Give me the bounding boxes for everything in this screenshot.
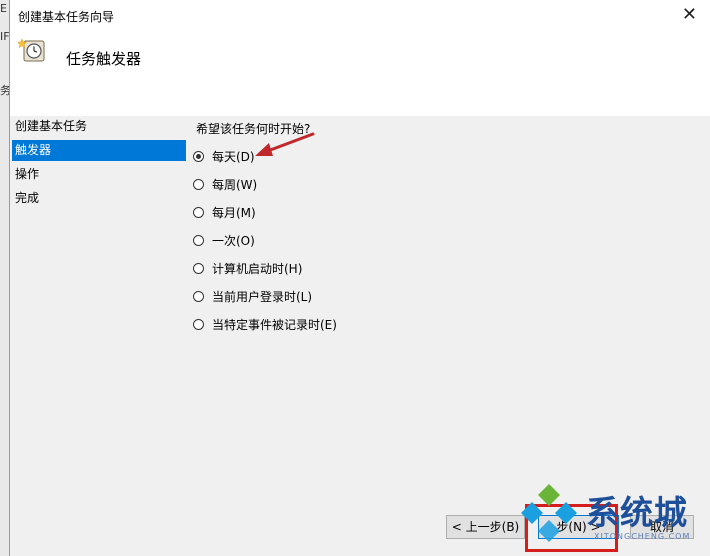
watermark: 系统城 XITONGCHENG.COM xyxy=(514,478,710,556)
dialog-title: 创建基本任务向导 xyxy=(18,10,115,24)
step-trigger[interactable]: 触发器 xyxy=(12,140,186,161)
watermark-subtext: XITONGCHENG.COM xyxy=(594,532,691,541)
radio-on-event[interactable]: 当特定事件被记录时(E) xyxy=(193,315,337,333)
step-create-basic-task[interactable]: 创建基本任务 xyxy=(12,116,186,137)
annotation-arrow-icon xyxy=(255,132,315,156)
radio-label: 当前用户登录时(L) xyxy=(212,289,313,304)
task-scheduler-icon xyxy=(18,38,45,62)
radio-button[interactable] xyxy=(193,262,204,274)
watermark-logo-icon xyxy=(521,484,577,542)
radio-button[interactable] xyxy=(193,290,204,302)
wizard-header: 任务触发器 xyxy=(10,30,710,116)
radio-button-checked[interactable] xyxy=(193,150,204,162)
radio-label: 每天(D) xyxy=(212,149,255,164)
close-icon[interactable]: ✕ xyxy=(682,4,697,26)
radio-daily[interactable]: 每天(D) xyxy=(193,147,255,165)
radio-at-startup[interactable]: 计算机启动时(H) xyxy=(193,259,302,277)
radio-button[interactable] xyxy=(193,234,204,246)
radio-at-logon[interactable]: 当前用户登录时(L) xyxy=(193,287,312,305)
wizard-steps-pane: 创建基本任务 触发器 操作 完成 xyxy=(10,116,188,556)
radio-label: 每周(W) xyxy=(212,177,258,192)
radio-monthly[interactable]: 每月(M) xyxy=(193,203,256,221)
radio-label: 每月(M) xyxy=(212,205,256,220)
create-basic-task-dialog: 创建基本任务向导 ✕ 任务触发器 创建基本任务 触发器 操作 完成 希望该任务何… xyxy=(9,0,710,556)
radio-label: 计算机启动时(H) xyxy=(212,261,303,276)
background-text: E xyxy=(0,2,7,15)
radio-label: 当特定事件被记录时(E) xyxy=(212,317,337,332)
radio-label: 一次(O) xyxy=(212,233,255,248)
step-title: 任务触发器 xyxy=(66,50,142,68)
title-bar: 创建基本任务向导 ✕ xyxy=(10,0,710,30)
radio-button[interactable] xyxy=(193,178,204,190)
watermark-text: 系统城 xyxy=(586,493,688,532)
radio-once[interactable]: 一次(O) xyxy=(193,231,255,249)
radio-button[interactable] xyxy=(193,318,204,330)
step-finish[interactable]: 完成 xyxy=(12,188,186,209)
radio-button[interactable] xyxy=(193,206,204,218)
step-action[interactable]: 操作 xyxy=(12,164,186,185)
radio-weekly[interactable]: 每周(W) xyxy=(193,175,257,193)
